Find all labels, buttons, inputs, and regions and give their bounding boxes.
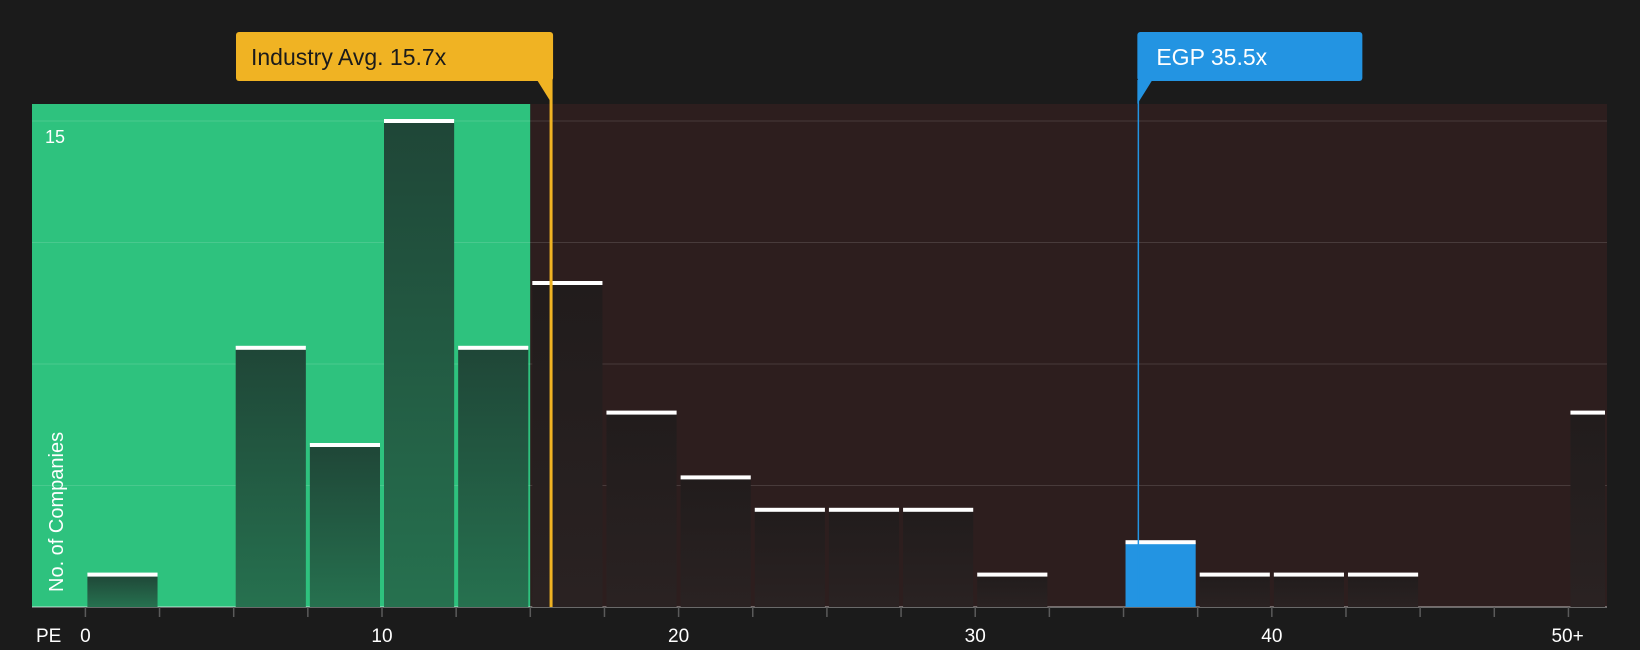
histogram-bar xyxy=(458,347,529,607)
histogram-bar xyxy=(1347,574,1419,607)
histogram-bar xyxy=(1570,412,1605,607)
bar-top-cap xyxy=(606,410,677,415)
histogram-bar xyxy=(977,574,1048,607)
histogram-bar xyxy=(903,509,974,607)
histogram-bar xyxy=(1125,542,1196,607)
pe-distribution-chart: 15 0 10 20 30 40 50+ Industry Avg. 15.7x EGP 3… xyxy=(0,0,1640,650)
bar-top-cap xyxy=(1570,410,1605,415)
bar-top-cap xyxy=(1347,572,1419,577)
x-tick-label: 40 xyxy=(1261,626,1282,647)
bar-top-cap xyxy=(384,119,455,123)
company-pe-label: EGP 35.5x xyxy=(1156,44,1267,70)
histogram-bar xyxy=(235,347,306,607)
bar-top-cap xyxy=(1125,540,1196,545)
histogram-bar xyxy=(309,445,380,607)
x-tick-label: 30 xyxy=(965,626,986,647)
histogram-bar xyxy=(606,412,677,607)
histogram-bar xyxy=(1199,574,1270,607)
bar-top-cap xyxy=(309,443,380,447)
x-tick-label: 0 xyxy=(80,626,91,647)
bar-top-cap xyxy=(235,345,306,350)
bar-top-cap xyxy=(903,507,974,512)
x-tick-label: 10 xyxy=(371,626,392,647)
bar-top-cap xyxy=(1273,572,1344,577)
histogram-bar xyxy=(828,509,900,607)
bar-top-cap xyxy=(87,572,158,577)
bar-top-cap xyxy=(754,507,825,512)
bar-top-cap xyxy=(458,345,529,350)
histogram-bar xyxy=(532,283,603,607)
x-axis-label: PE xyxy=(36,626,61,647)
x-tick-label: 50+ xyxy=(1551,626,1583,647)
histogram-bar xyxy=(754,509,825,607)
y-tick-label: 15 xyxy=(45,127,65,147)
histogram-bar xyxy=(680,477,751,607)
industry-average-label: Industry Avg. 15.7x xyxy=(251,44,447,70)
histogram-bar xyxy=(87,574,158,607)
x-tick-label: 20 xyxy=(668,626,689,647)
bar-top-cap xyxy=(1199,572,1270,577)
bar-top-cap xyxy=(680,475,751,480)
histogram-bar xyxy=(1273,574,1344,607)
bar-top-cap xyxy=(977,572,1048,577)
bar-top-cap xyxy=(532,281,603,285)
y-axis-label: No. of Companies xyxy=(46,432,68,592)
histogram-bar xyxy=(384,121,455,607)
bar-top-cap xyxy=(828,507,900,512)
